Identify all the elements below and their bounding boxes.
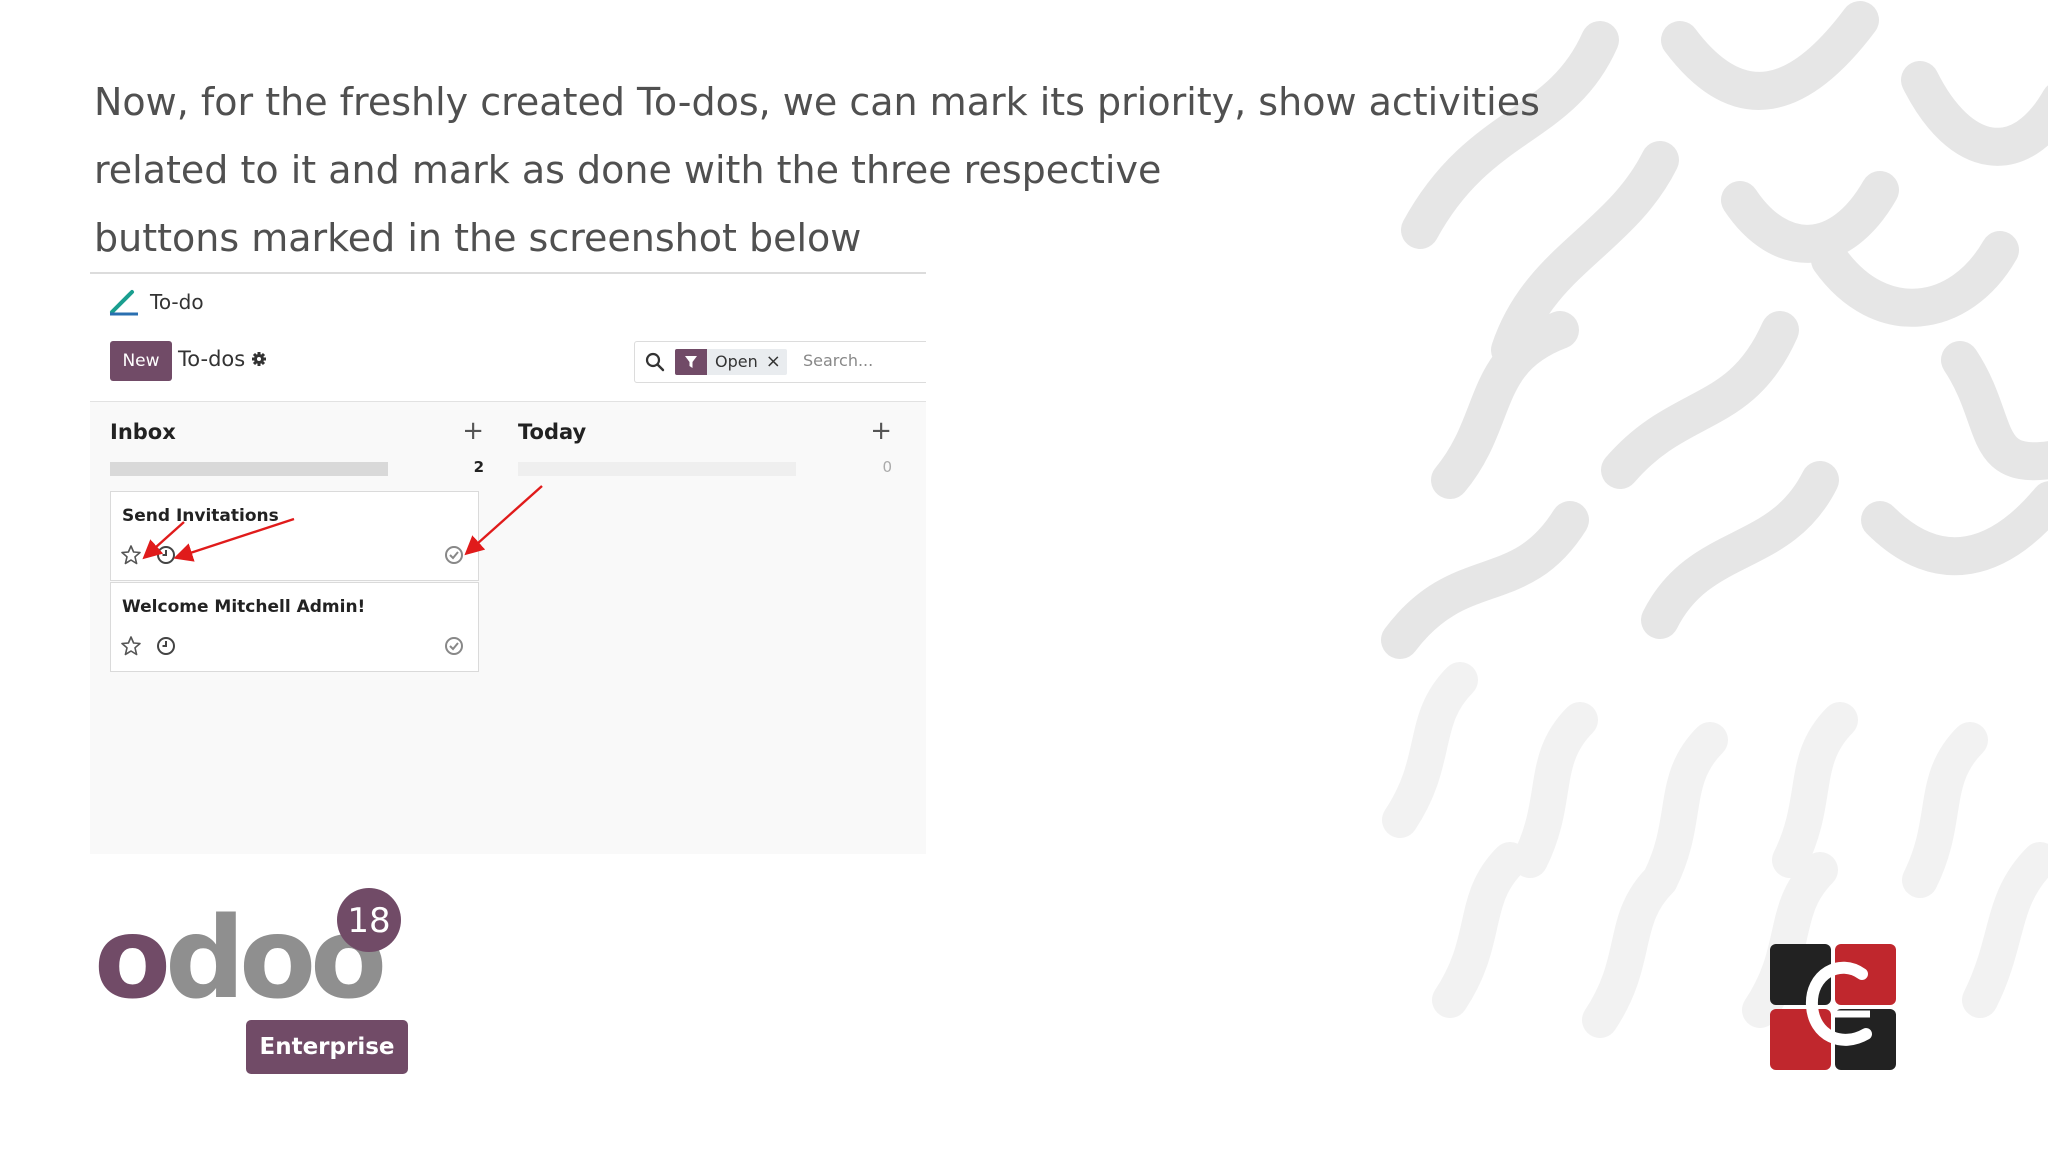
priority-star-icon[interactable] [120,544,142,566]
remove-facet-button[interactable]: × [766,349,787,375]
mark-done-check-icon[interactable] [444,545,464,565]
column-header: Today + [518,416,898,450]
activity-clock-icon[interactable] [156,545,176,565]
search-input[interactable]: Search... [803,351,873,370]
column-title[interactable]: Today [518,420,586,444]
kanban-column-today: Today + 0 [518,402,898,852]
column-count: 0 [882,458,892,476]
heading-line-1: Now, for the freshly created To-dos, we … [94,80,1540,124]
column-title[interactable]: Inbox [110,420,176,444]
kanban-card[interactable]: Send Invitations [110,491,479,581]
search-icon[interactable] [645,352,665,372]
priority-star-icon[interactable] [120,635,142,657]
control-panel: To-do New To-dos Open × Search... [90,274,926,402]
breadcrumb: To-dos [178,347,267,371]
todo-app-icon[interactable] [108,288,140,316]
new-button[interactable]: New [110,341,172,381]
kanban-board: Inbox + 2 Send Invitations Welcome Mitch… [90,402,926,854]
column-count: 2 [473,458,484,476]
card-title: Welcome Mitchell Admin! [122,597,366,617]
slide-heading: Now, for the freshly created To-dos, we … [94,68,1540,272]
column-header: Inbox + [110,416,490,450]
mark-done-check-icon[interactable] [444,636,464,656]
enterprise-badge: Enterprise [246,1020,408,1074]
kanban-card[interactable]: Welcome Mitchell Admin! [110,582,479,672]
card-title: Send Invitations [122,506,279,526]
filter-facet: Open × [675,349,787,375]
heading-line-3: buttons marked in the screenshot below [94,216,862,260]
activity-clock-icon[interactable] [156,636,176,656]
todo-app-screenshot: To-do New To-dos Open × Search... Inbox … [90,272,926,854]
version-badge: 18 [347,901,390,941]
heading-line-2: related to it and mark as done with the … [94,148,1162,192]
app-name[interactable]: To-do [150,290,204,314]
filter-icon [675,349,707,375]
gear-icon[interactable] [251,351,267,367]
quick-create-button[interactable]: + [462,416,484,446]
kanban-column-inbox: Inbox + 2 Send Invitations Welcome Mitch… [110,402,490,852]
partner-logo [1770,944,1896,1070]
filter-facet-label: Open [715,352,758,371]
quick-create-button[interactable]: + [870,416,892,446]
search-bar[interactable]: Open × Search... [634,341,926,383]
column-progress-bar[interactable] [518,462,796,476]
app-bar: To-do [108,288,204,316]
control-bar: New To-dos Open × Search... [110,341,926,383]
column-progress-bar[interactable] [110,462,388,476]
breadcrumb-title: To-dos [178,347,246,371]
